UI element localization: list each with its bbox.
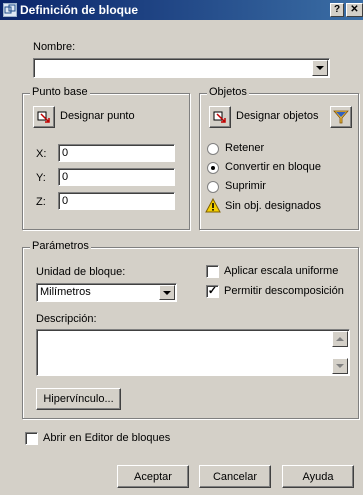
y-input[interactable]: 0 xyxy=(58,168,175,186)
z-label: Z: xyxy=(36,196,46,208)
chevron-down-icon[interactable] xyxy=(159,285,175,300)
quick-select-button[interactable] xyxy=(330,106,352,128)
block-unit-combobox[interactable]: Milímetros xyxy=(36,283,177,302)
settings-group-label: Parámetros xyxy=(30,240,91,252)
x-input[interactable]: 0 xyxy=(58,144,175,162)
y-label: Y: xyxy=(36,172,46,184)
allow-explode-label: Permitir descomposición xyxy=(224,285,344,297)
select-objects-button[interactable] xyxy=(209,106,231,128)
z-input[interactable]: 0 xyxy=(58,192,175,210)
base-point-group-label: Punto base xyxy=(30,86,90,98)
uniform-scale-checkbox[interactable] xyxy=(206,265,219,278)
select-objects-label: Designar objetos xyxy=(236,110,319,122)
window-title: Definición de bloque xyxy=(20,3,139,17)
ok-button[interactable]: Aceptar xyxy=(117,465,189,488)
objects-group-label: Objetos xyxy=(207,86,249,98)
open-in-editor-label: Abrir en Editor de bloques xyxy=(43,432,171,444)
pick-point-button[interactable] xyxy=(33,106,55,128)
cancel-button[interactable]: Cancelar xyxy=(199,465,271,488)
delete-radio[interactable] xyxy=(207,181,219,193)
help-button[interactable]: Ayuda xyxy=(282,465,354,488)
allow-explode-checkbox[interactable]: ✓ xyxy=(206,285,219,298)
scroll-up-button[interactable] xyxy=(332,331,348,347)
chevron-down-icon[interactable] xyxy=(312,60,328,76)
funnel-icon xyxy=(333,110,349,124)
description-textarea[interactable] xyxy=(36,329,350,376)
description-label: Descripción: xyxy=(36,313,97,325)
title-bar[interactable]: Definición de bloque ? ✕ xyxy=(0,0,363,20)
block-unit-label: Unidad de bloque: xyxy=(36,266,126,278)
name-combobox[interactable] xyxy=(33,58,330,78)
name-label: Nombre: xyxy=(33,41,76,53)
help-title-button[interactable]: ? xyxy=(330,3,344,17)
close-button[interactable]: ✕ xyxy=(346,3,363,17)
no-objects-selected-label: Sin obj. designados xyxy=(225,200,322,212)
select-objects-icon xyxy=(213,111,226,123)
pick-point-label: Designar punto xyxy=(60,110,135,122)
delete-label: Suprimir xyxy=(225,180,266,192)
warning-icon xyxy=(205,197,221,216)
block-definition-icon xyxy=(3,3,17,17)
convert-to-block-radio[interactable] xyxy=(207,162,219,174)
retain-label: Retener xyxy=(225,142,265,154)
retain-radio[interactable] xyxy=(207,143,219,155)
block-unit-value: Milímetros xyxy=(40,286,91,298)
scroll-down-button[interactable] xyxy=(332,358,348,374)
x-label: X: xyxy=(36,148,47,160)
uniform-scale-label: Aplicar escala uniforme xyxy=(224,265,339,277)
hyperlink-button[interactable]: Hipervínculo... xyxy=(36,388,121,410)
convert-to-block-label: Convertir en bloque xyxy=(225,161,322,173)
pick-point-icon xyxy=(37,111,50,123)
open-in-editor-checkbox[interactable] xyxy=(25,432,38,445)
